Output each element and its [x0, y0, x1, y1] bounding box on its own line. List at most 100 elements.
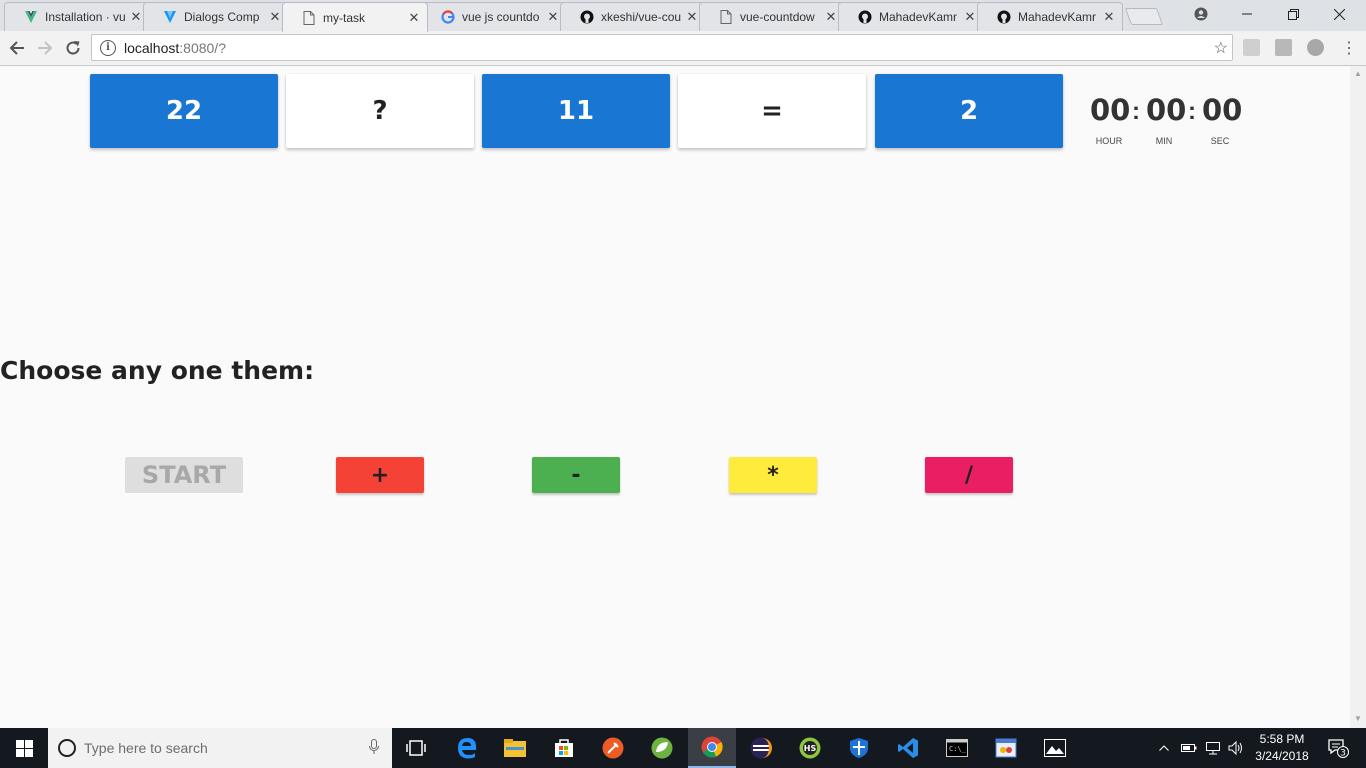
tab-title: my-task: [323, 10, 365, 25]
operand-1-card: 22: [90, 74, 278, 148]
divide-button[interactable]: /: [925, 457, 1013, 493]
page-icon: [301, 10, 317, 26]
google-icon: [440, 9, 456, 25]
tab-vue-countdown[interactable]: vue-countdow ✕: [699, 2, 845, 31]
close-icon[interactable]: ✕: [268, 9, 282, 25]
minus-button[interactable]: -: [532, 457, 620, 493]
restore-icon[interactable]: [1270, 0, 1316, 28]
close-icon[interactable]: ✕: [546, 9, 560, 25]
start-button[interactable]: START: [125, 457, 243, 493]
tab-xkeshi[interactable]: xkeshi/vue-cou ✕: [560, 2, 706, 31]
close-icon[interactable]: ✕: [963, 9, 977, 25]
clock-time: 5:58 PM: [1259, 732, 1305, 746]
vscode-icon[interactable]: [884, 728, 932, 768]
command-prompt-icon[interactable]: C:\_: [933, 728, 981, 768]
taskbar-search-box[interactable]: Type here to search: [48, 728, 392, 768]
microphone-icon[interactable]: [362, 738, 386, 758]
page-scrollbar[interactable]: ▲ ▼: [1350, 66, 1366, 728]
plus-button[interactable]: +: [336, 457, 424, 493]
edge-icon[interactable]: [443, 728, 491, 768]
battery-icon[interactable]: [1178, 728, 1200, 768]
action-center-icon[interactable]: 3: [1318, 728, 1358, 768]
timer-separator: :: [1188, 98, 1196, 125]
forward-icon[interactable]: [32, 35, 58, 61]
task-view-icon[interactable]: [392, 728, 440, 768]
tab-title: Installation · vu: [45, 10, 126, 24]
tab-title: xkeshi/vue-cou: [601, 10, 682, 24]
paint-icon[interactable]: [982, 728, 1030, 768]
svg-text:HS: HS: [804, 744, 817, 753]
close-icon[interactable]: ✕: [685, 9, 699, 25]
tab-title: MahadevKamr: [879, 10, 958, 24]
menu-icon[interactable]: ⋮: [1336, 35, 1362, 61]
eclipse-icon[interactable]: [737, 728, 785, 768]
multiply-button[interactable]: *: [729, 457, 817, 493]
extension-icon[interactable]: [1275, 39, 1292, 56]
choose-prompt: Choose any one them:: [0, 356, 315, 385]
close-icon[interactable]: ✕: [129, 9, 143, 25]
url-path: :8080/?: [179, 39, 226, 56]
scroll-down-icon[interactable]: ▼: [1354, 714, 1362, 723]
close-window-icon[interactable]: [1316, 0, 1362, 28]
equals-card: =: [678, 74, 866, 148]
windows-start-icon[interactable]: [0, 728, 48, 768]
tab-vue-countdown-search[interactable]: vue js countdo ✕: [421, 2, 567, 31]
file-explorer-icon[interactable]: [491, 728, 539, 768]
chrome-icon[interactable]: [688, 728, 736, 768]
network-icon[interactable]: [1202, 728, 1224, 768]
close-icon[interactable]: ✕: [824, 9, 838, 25]
close-icon[interactable]: ✕: [407, 10, 421, 26]
bookmark-star-icon[interactable]: ☆: [1214, 38, 1228, 58]
profile-icon[interactable]: [1178, 0, 1224, 28]
info-icon[interactable]: i: [100, 39, 116, 56]
hotspot-shield-icon[interactable]: HS: [786, 728, 834, 768]
tab-my-task[interactable]: my-task ✕: [282, 2, 428, 32]
scroll-up-icon[interactable]: ▲: [1354, 69, 1362, 78]
pdf-extension-icon[interactable]: [1243, 39, 1260, 56]
vuetify-icon: [23, 9, 39, 25]
spring-tool-icon[interactable]: [638, 728, 686, 768]
reload-icon[interactable]: [60, 35, 86, 61]
github-icon: [579, 9, 595, 25]
show-hidden-icons[interactable]: [1156, 728, 1172, 768]
tab-mahadev-2[interactable]: MahadevKamr ✕: [977, 2, 1123, 31]
operand-2-card: 11: [482, 74, 670, 148]
defender-icon[interactable]: [835, 728, 883, 768]
back-icon[interactable]: [4, 35, 30, 61]
timer-hour-label: HOUR: [1095, 136, 1123, 146]
tab-strip: Installation · vu ✕ Dialogs Comp ✕ my-ta…: [0, 0, 1366, 32]
address-bar[interactable]: i localhost:8080/? ☆: [91, 34, 1233, 61]
timer-minutes: 00: [1146, 93, 1187, 127]
tab-title: vue js countdo: [462, 10, 540, 24]
extension-icon[interactable]: [1307, 39, 1324, 56]
minimize-icon[interactable]: [1224, 0, 1270, 28]
volume-icon[interactable]: [1226, 728, 1246, 768]
photos-icon[interactable]: [1031, 728, 1079, 768]
timer-min-label: MIN: [1155, 136, 1173, 146]
result-card: 2: [875, 74, 1063, 148]
store-icon[interactable]: [540, 728, 588, 768]
close-icon[interactable]: ✕: [1102, 9, 1116, 25]
system-clock[interactable]: 5:58 PM 3/24/2018: [1248, 731, 1316, 765]
browser-toolbar: i localhost:8080/? ☆ ⋮: [0, 31, 1366, 66]
vuetify-icon: [162, 9, 178, 25]
operator-card: ?: [286, 74, 474, 148]
tab-mahadev-1[interactable]: MahadevKamr ✕: [838, 2, 984, 31]
svg-text:C:\_: C:\_: [949, 745, 967, 753]
countdown-timer: 00 : 00 : 00 HOUR MIN SEC: [1086, 86, 1246, 156]
tab-title: Dialogs Comp: [184, 10, 260, 24]
page-content: 22 ? 11 = 2 00 : 00 : 00 HOUR MIN SEC Ch…: [0, 66, 1350, 728]
search-placeholder: Type here to search: [84, 740, 208, 756]
postman-icon[interactable]: [589, 728, 637, 768]
windows-taskbar: Type here to search HS C:\_ 5:58 PM 3/24…: [0, 728, 1366, 768]
tab-title: MahadevKamr: [1018, 10, 1097, 24]
tab-dialogs[interactable]: Dialogs Comp ✕: [143, 2, 289, 31]
clock-date: 3/24/2018: [1255, 749, 1309, 763]
github-icon: [996, 9, 1012, 25]
cortana-icon: [58, 739, 76, 757]
new-tab-button[interactable]: [1124, 8, 1164, 25]
page-icon: [718, 9, 734, 25]
timer-separator: :: [1132, 98, 1140, 125]
tab-installation[interactable]: Installation · vu ✕: [4, 2, 150, 31]
timer-sec-label: SEC: [1210, 136, 1230, 146]
